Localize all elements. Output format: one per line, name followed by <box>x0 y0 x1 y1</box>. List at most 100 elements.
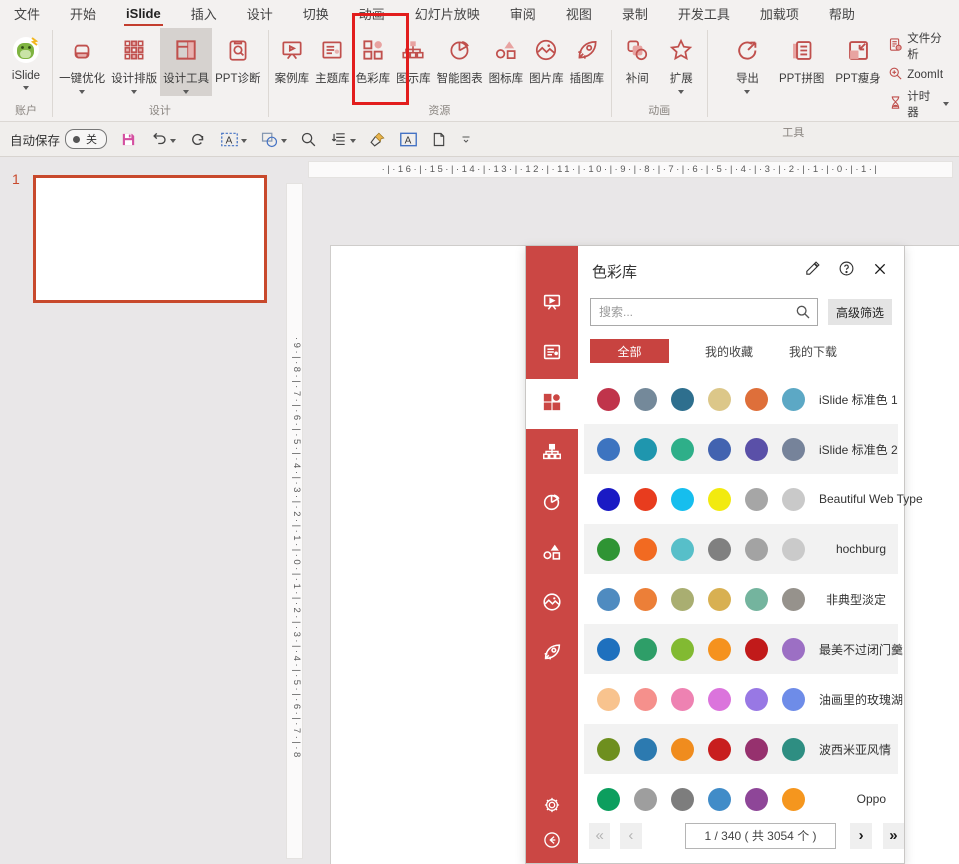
zoomit-button[interactable]: ZoomIt <box>888 66 949 84</box>
menu-view[interactable]: 视图 <box>566 4 592 23</box>
redo-button[interactable] <box>189 130 207 148</box>
menu-file[interactable]: 文件 <box>14 4 40 23</box>
design-tools-button[interactable]: 设计工具 <box>160 28 212 96</box>
undo-button[interactable] <box>150 130 176 148</box>
scheme-name: 最美不过闭门羹 <box>819 641 903 658</box>
shapes-button[interactable] <box>260 131 287 148</box>
menu-animations[interactable]: 动画 <box>359 4 385 23</box>
search-input[interactable] <box>590 298 818 326</box>
nav-color-library[interactable] <box>526 379 578 429</box>
toolbar-overflow-button[interactable] <box>460 133 472 145</box>
settings-button[interactable] <box>542 795 562 820</box>
export-button[interactable]: 导出 <box>725 28 769 96</box>
color-swatch <box>745 438 768 461</box>
tab-my-downloads[interactable]: 我的下载 <box>789 343 837 360</box>
menu-home[interactable]: 开始 <box>70 4 96 23</box>
tab-all[interactable]: 全部 <box>590 339 669 363</box>
svg-text:A: A <box>226 135 233 146</box>
tween-button[interactable]: 补间 <box>615 28 659 88</box>
nav-illustration-library[interactable] <box>526 629 578 679</box>
horizontal-ruler[interactable]: ·|·16·|·15·|·14·|·13·|·12·|·11·|·10·|·9·… <box>308 161 953 178</box>
chevron-down-icon <box>678 90 684 94</box>
prev-page-button[interactable]: ‹ <box>620 823 641 849</box>
find-button[interactable] <box>300 131 317 148</box>
ppt-jigsaw-button[interactable]: PPT拼图 <box>777 28 825 88</box>
color-scheme-row[interactable]: 油画里的玫瑰湖 <box>584 674 898 724</box>
color-swatch <box>671 788 694 811</box>
last-page-button[interactable]: » <box>883 823 904 849</box>
nav-theme-library[interactable] <box>526 329 578 379</box>
color-scheme-row[interactable]: hochburg <box>584 524 898 574</box>
nav-smart-chart[interactable] <box>526 479 578 529</box>
timer-button[interactable]: 计时器 <box>888 88 949 120</box>
color-library-button[interactable]: 色彩库 <box>353 28 394 88</box>
menu-islide[interactable]: iSlide <box>126 6 161 21</box>
tools-side-column: 文件分析 ZoomIt <box>882 28 955 122</box>
color-scheme-row[interactable]: iSlide 标准色 1 <box>584 374 898 424</box>
illustration-library-button[interactable]: 插图库 <box>567 28 608 88</box>
islide-account-button[interactable]: iSlide <box>4 28 48 92</box>
tween-icon <box>624 33 650 67</box>
menu-design[interactable]: 设计 <box>247 4 273 23</box>
menu-bar: 文件 开始 iSlide 插入 设计 切换 动画 幻灯片放映 审阅 视图 录制 … <box>0 0 959 26</box>
picture-library-button[interactable]: 图片库 <box>526 28 567 88</box>
nav-diagram-library[interactable] <box>526 429 578 479</box>
format-painter-button[interactable] <box>369 131 386 148</box>
slide-thumbnail[interactable] <box>33 175 267 303</box>
textbox-button[interactable]: A <box>220 131 247 148</box>
color-scheme-row[interactable]: 非典型淡定 <box>584 574 898 624</box>
advanced-filter-button[interactable]: 高级筛选 <box>828 299 892 325</box>
menu-help[interactable]: 帮助 <box>829 4 855 23</box>
vertical-ruler[interactable]: ·9·|·8·|·7·|·6·|·5·|·4·|·3·|·2·|·1·|·0·|… <box>286 183 303 859</box>
theme-library-button[interactable]: 主题库 <box>312 28 353 88</box>
color-scheme-row[interactable]: Oppo <box>584 774 898 824</box>
save-button[interactable] <box>120 131 137 148</box>
menu-review[interactable]: 审阅 <box>510 4 536 23</box>
help-icon[interactable] <box>838 260 855 282</box>
ppt-diagnosis-button[interactable]: PPT诊断 <box>212 28 263 88</box>
collapse-panel-button[interactable] <box>542 830 562 855</box>
color-swatch <box>745 638 768 661</box>
file-analysis-button[interactable]: 文件分析 <box>888 30 949 62</box>
color-scheme-row[interactable]: 波西米亚风情 <box>584 724 898 774</box>
edit-pencil-icon[interactable] <box>804 260 821 282</box>
scheme-name: 波西米亚风情 <box>819 741 891 758</box>
close-icon[interactable] <box>872 261 888 282</box>
menu-slideshow[interactable]: 幻灯片放映 <box>415 4 480 23</box>
next-page-button[interactable]: › <box>850 823 871 849</box>
chevron-down-icon <box>183 90 189 94</box>
new-file-button[interactable] <box>431 131 447 148</box>
tab-my-favorites[interactable]: 我的收藏 <box>705 343 753 360</box>
paragraph-layout-button[interactable] <box>330 131 356 148</box>
nav-icon-library[interactable] <box>526 529 578 579</box>
color-swatch <box>745 738 768 761</box>
nav-picture-library[interactable] <box>526 579 578 629</box>
textbox-border-button[interactable]: A <box>399 131 418 148</box>
diagram-library-button[interactable]: 图示库 <box>393 28 434 88</box>
menu-transitions[interactable]: 切换 <box>303 4 329 23</box>
ppt-slim-button[interactable]: PPT瘦身 <box>834 28 882 88</box>
search-icon[interactable] <box>795 304 811 325</box>
color-scheme-row[interactable]: iSlide 标准色 2 <box>584 424 898 474</box>
autosave-toggle[interactable]: 自动保存 关 <box>10 129 107 149</box>
nav-case-library[interactable] <box>526 279 578 329</box>
color-scheme-row[interactable]: 最美不过闭门羹 <box>584 624 898 674</box>
icon-library-button[interactable]: 图标库 <box>486 28 527 88</box>
menu-developer[interactable]: 开发工具 <box>678 4 730 23</box>
islide-mascot-icon <box>10 33 42 67</box>
menu-record[interactable]: 录制 <box>622 4 648 23</box>
page-indicator[interactable]: 1 / 340 ( 共 3054 个 ) <box>685 823 837 849</box>
svg-text:A: A <box>405 135 412 146</box>
smart-chart-button[interactable]: 智能图表 <box>434 28 486 88</box>
chevron-down-icon <box>23 86 29 90</box>
color-swatch <box>634 438 657 461</box>
first-page-button[interactable]: « <box>589 823 610 849</box>
color-scheme-row[interactable]: Beautiful Web Type <box>584 474 898 524</box>
extensions-button[interactable]: 扩展 <box>659 28 703 96</box>
menu-addins[interactable]: 加载项 <box>760 4 799 23</box>
one-key-optimize-button[interactable]: 一键优化 <box>56 28 108 96</box>
file-analysis-icon <box>888 37 903 55</box>
case-library-button[interactable]: 案例库 <box>272 28 313 88</box>
design-layout-button[interactable]: 设计排版 <box>108 28 160 96</box>
menu-insert[interactable]: 插入 <box>191 4 217 23</box>
